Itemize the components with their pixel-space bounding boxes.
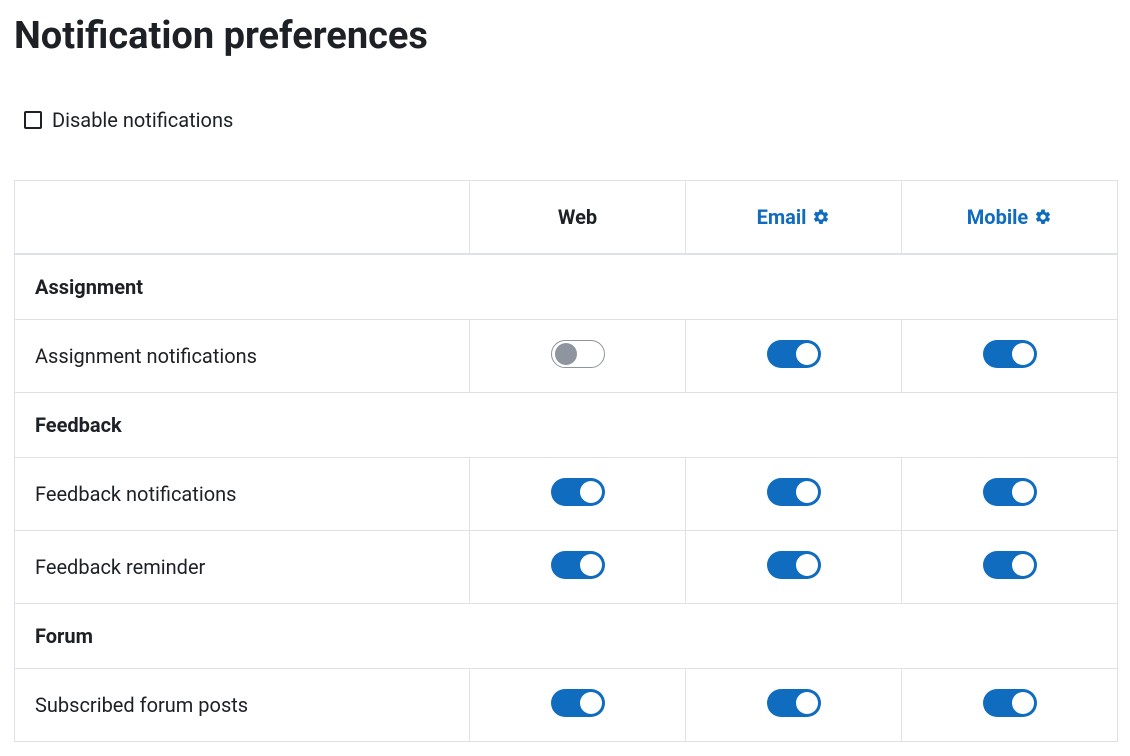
- page-title: Notification preferences: [14, 14, 1116, 58]
- toggle-mobile[interactable]: [983, 551, 1037, 579]
- toggle-email[interactable]: [767, 551, 821, 579]
- pref-row: Feedback notifications: [15, 458, 1118, 531]
- pref-row-label: Feedback notifications: [15, 458, 470, 531]
- email-settings-link[interactable]: Email: [757, 205, 831, 229]
- toggle-cell-mobile: [902, 458, 1118, 531]
- toggle-cell-web: [470, 320, 686, 393]
- header-web-label: Web: [558, 205, 597, 229]
- toggle-web[interactable]: [551, 551, 605, 579]
- toggle-mobile[interactable]: [983, 478, 1037, 506]
- pref-row: Feedback reminder: [15, 531, 1118, 604]
- toggle-knob: [580, 554, 602, 576]
- toggle-email[interactable]: [767, 689, 821, 717]
- toggle-knob: [1012, 343, 1034, 365]
- toggle-cell-email: [686, 458, 902, 531]
- toggle-cell-mobile: [902, 320, 1118, 393]
- toggle-cell-web: [470, 669, 686, 742]
- toggle-knob: [580, 692, 602, 714]
- toggle-web[interactable]: [551, 340, 605, 368]
- toggle-knob: [580, 481, 602, 503]
- header-email: Email: [686, 181, 902, 255]
- toggle-mobile[interactable]: [983, 340, 1037, 368]
- toggle-email[interactable]: [767, 340, 821, 368]
- header-mobile-label: Mobile: [967, 205, 1028, 229]
- gear-icon: [812, 208, 830, 226]
- pref-row-label: Assignment notifications: [15, 320, 470, 393]
- gear-icon: [1034, 208, 1052, 226]
- pref-row-label: Subscribed forum posts: [15, 669, 470, 742]
- toggle-cell-email: [686, 531, 902, 604]
- disable-all-row: Disable notifications: [14, 108, 1116, 132]
- disable-all-label: Disable notifications: [52, 108, 233, 132]
- toggle-cell-web: [470, 531, 686, 604]
- toggle-web[interactable]: [551, 478, 605, 506]
- header-mobile: Mobile: [902, 181, 1118, 255]
- toggle-email[interactable]: [767, 478, 821, 506]
- section-row: Forum: [15, 604, 1118, 669]
- disable-all-checkbox[interactable]: [24, 111, 42, 129]
- toggle-knob: [796, 692, 818, 714]
- toggle-cell-email: [686, 320, 902, 393]
- preferences-table: Web Email Mobile Assi: [14, 180, 1118, 742]
- toggle-cell-email: [686, 669, 902, 742]
- mobile-settings-link[interactable]: Mobile: [967, 205, 1052, 229]
- toggle-knob: [1012, 481, 1034, 503]
- toggle-web[interactable]: [551, 689, 605, 717]
- toggle-mobile[interactable]: [983, 689, 1037, 717]
- section-title: Feedback: [15, 393, 1118, 458]
- preferences-body: AssignmentAssignment notificationsFeedba…: [15, 254, 1118, 742]
- toggle-knob: [796, 554, 818, 576]
- toggle-cell-mobile: [902, 531, 1118, 604]
- section-row: Assignment: [15, 254, 1118, 320]
- toggle-knob: [1012, 692, 1034, 714]
- header-blank: [15, 181, 470, 255]
- toggle-cell-mobile: [902, 669, 1118, 742]
- section-row: Feedback: [15, 393, 1118, 458]
- toggle-knob: [796, 343, 818, 365]
- toggle-knob: [555, 343, 577, 365]
- header-email-label: Email: [757, 205, 807, 229]
- pref-row: Subscribed forum posts: [15, 669, 1118, 742]
- header-web: Web: [470, 181, 686, 255]
- section-title: Forum: [15, 604, 1118, 669]
- pref-row-label: Feedback reminder: [15, 531, 470, 604]
- pref-row: Assignment notifications: [15, 320, 1118, 393]
- toggle-knob: [796, 481, 818, 503]
- toggle-knob: [1012, 554, 1034, 576]
- toggle-cell-web: [470, 458, 686, 531]
- section-title: Assignment: [15, 254, 1118, 320]
